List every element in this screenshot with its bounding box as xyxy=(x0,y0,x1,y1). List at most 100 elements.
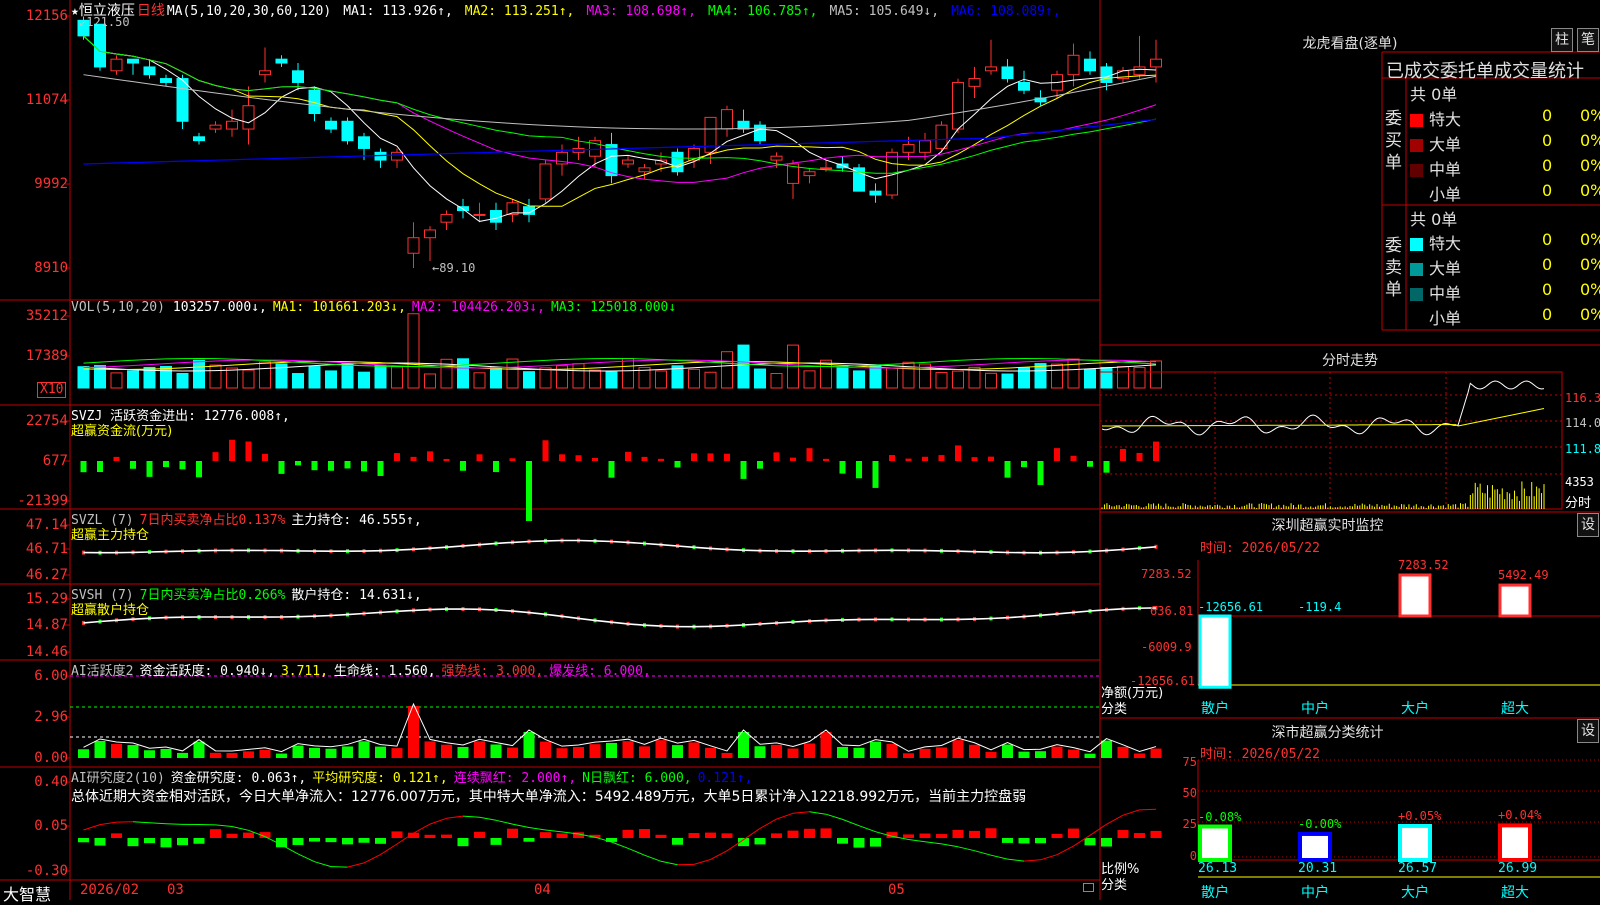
research-line xyxy=(133,822,150,823)
sz-monitor-y-tick: 636.81 xyxy=(1150,604,1193,618)
candle-body xyxy=(227,121,238,129)
sz-class-x-unit: 分类 xyxy=(1101,874,1127,893)
research-line xyxy=(628,848,645,855)
research-bar xyxy=(392,831,403,838)
research-bar xyxy=(210,829,221,838)
research-bar xyxy=(177,838,188,845)
sz-class-settings-button[interactable]: 设 xyxy=(1577,719,1599,743)
lhb-row[interactable]: 中单00% xyxy=(1410,156,1600,180)
volume-bar xyxy=(326,371,337,388)
money-flow-bar xyxy=(163,461,169,467)
research-bar xyxy=(1101,838,1112,847)
activity-bar xyxy=(986,752,997,758)
research-line xyxy=(348,863,365,867)
candle-body xyxy=(1085,59,1096,71)
volume-bar xyxy=(722,352,733,388)
main-y-tick: 11074 xyxy=(26,92,68,108)
lhb-row[interactable]: 大单00% xyxy=(1410,131,1600,155)
kline-chart[interactable] xyxy=(0,0,1600,900)
bar-mode-button[interactable]: 柱 xyxy=(1551,28,1573,52)
sz-class-change: -0.00% xyxy=(1298,817,1341,831)
money-flow-bar xyxy=(856,461,862,478)
app-logo-text: 大智慧 xyxy=(3,881,51,905)
svzl-line xyxy=(84,541,1157,553)
activity-bar xyxy=(194,742,205,758)
volume-bar xyxy=(590,370,601,388)
volume-bar xyxy=(986,373,997,388)
money-flow-bar xyxy=(262,454,268,461)
volume-bar xyxy=(507,359,518,388)
sz-monitor-category: 中户 xyxy=(1301,698,1329,718)
money-flow-bar xyxy=(1153,442,1159,461)
candle-body xyxy=(161,79,172,83)
sz-monitor-title: 深圳超赢实时监控 xyxy=(1100,515,1555,535)
period-label[interactable]: 日线 xyxy=(137,3,165,19)
volume-bar xyxy=(359,372,370,388)
candle-body xyxy=(639,168,650,172)
lhb-row[interactable]: 小单00% xyxy=(1410,305,1600,329)
research-line xyxy=(612,842,629,848)
sz-class-category: 中户 xyxy=(1301,882,1329,902)
main-chart-title: ★恒立液压日线MA(5,10,20,30,60,120)MA1: 113.926… xyxy=(71,0,1073,20)
activity-bar xyxy=(78,749,89,758)
ai-active-y-tick: 0.00 xyxy=(34,750,68,766)
lhb-row[interactable]: 特大00% xyxy=(1410,230,1600,254)
lhb-row[interactable]: 中单00% xyxy=(1410,280,1600,304)
svzl-panel-subtitle: 超赢主力持仓 xyxy=(71,524,149,543)
research-line xyxy=(711,851,728,860)
sz-class-change: +0.04% xyxy=(1498,808,1541,822)
activity-bar xyxy=(821,732,832,758)
money-flow-bar xyxy=(1054,448,1060,461)
research-line xyxy=(546,830,563,832)
volume-bar xyxy=(474,373,485,388)
svsh-panel-subtitle: 超赢散户持仓 xyxy=(71,599,149,618)
volume-bar xyxy=(342,364,353,388)
volume-bar xyxy=(293,374,304,388)
research-line xyxy=(810,812,827,814)
high-price-marker: ↙121.50 xyxy=(79,15,130,29)
activity-bar xyxy=(771,745,782,758)
ai-research-y-tick: 0.05 xyxy=(34,818,68,834)
money-flow-bar xyxy=(939,455,945,461)
intraday-y-tick: 116.3 xyxy=(1565,391,1600,405)
money-flow-bar xyxy=(411,457,417,461)
research-line xyxy=(975,851,992,856)
vol-unit-badge[interactable]: X10 xyxy=(37,382,66,398)
money-flow-bar xyxy=(361,461,367,471)
candle-body xyxy=(821,168,832,169)
research-bar xyxy=(243,833,254,838)
money-flow-bar xyxy=(840,461,846,474)
research-bar xyxy=(920,834,931,838)
color-swatch-icon xyxy=(1410,313,1423,326)
activity-bar xyxy=(1068,750,1079,758)
lhb-row[interactable]: 小单00% xyxy=(1410,181,1600,205)
activity-bar xyxy=(606,743,617,758)
activity-bar xyxy=(837,747,848,758)
research-bar xyxy=(474,832,485,838)
volume-bar xyxy=(309,367,320,388)
sz-class-bar xyxy=(1400,826,1430,860)
lhb-row[interactable]: 大单00% xyxy=(1410,255,1600,279)
research-bar xyxy=(689,833,700,838)
candle-body xyxy=(441,214,452,222)
candle-body xyxy=(1151,59,1162,67)
money-flow-bar xyxy=(889,455,895,461)
research-line xyxy=(84,825,101,830)
lhb-row[interactable]: 特大00% xyxy=(1410,106,1600,130)
pen-mode-button[interactable]: 笔 xyxy=(1577,28,1599,52)
lhb-row-label: 大单 xyxy=(1429,135,1461,154)
research-line xyxy=(645,855,662,861)
money-flow-bar xyxy=(460,461,466,471)
vol-panel-title: VOL(5,10,20)103257.000↓,MA1: 101661.203↓… xyxy=(71,300,682,315)
lock-icon[interactable] xyxy=(1083,883,1094,892)
volume-bar xyxy=(771,373,782,388)
lhb-row-label: 大单 xyxy=(1429,259,1461,278)
lhb-header: 已成交委托单成交量统计 xyxy=(1386,57,1584,83)
money-flow-bar xyxy=(526,461,532,521)
research-bar xyxy=(953,830,964,838)
sz-monitor-value: -119.4 xyxy=(1298,600,1341,614)
research-bar xyxy=(639,829,650,838)
money-flow-bar xyxy=(559,454,565,461)
research-line xyxy=(760,819,777,828)
sz-monitor-settings-button[interactable]: 设 xyxy=(1577,513,1599,537)
